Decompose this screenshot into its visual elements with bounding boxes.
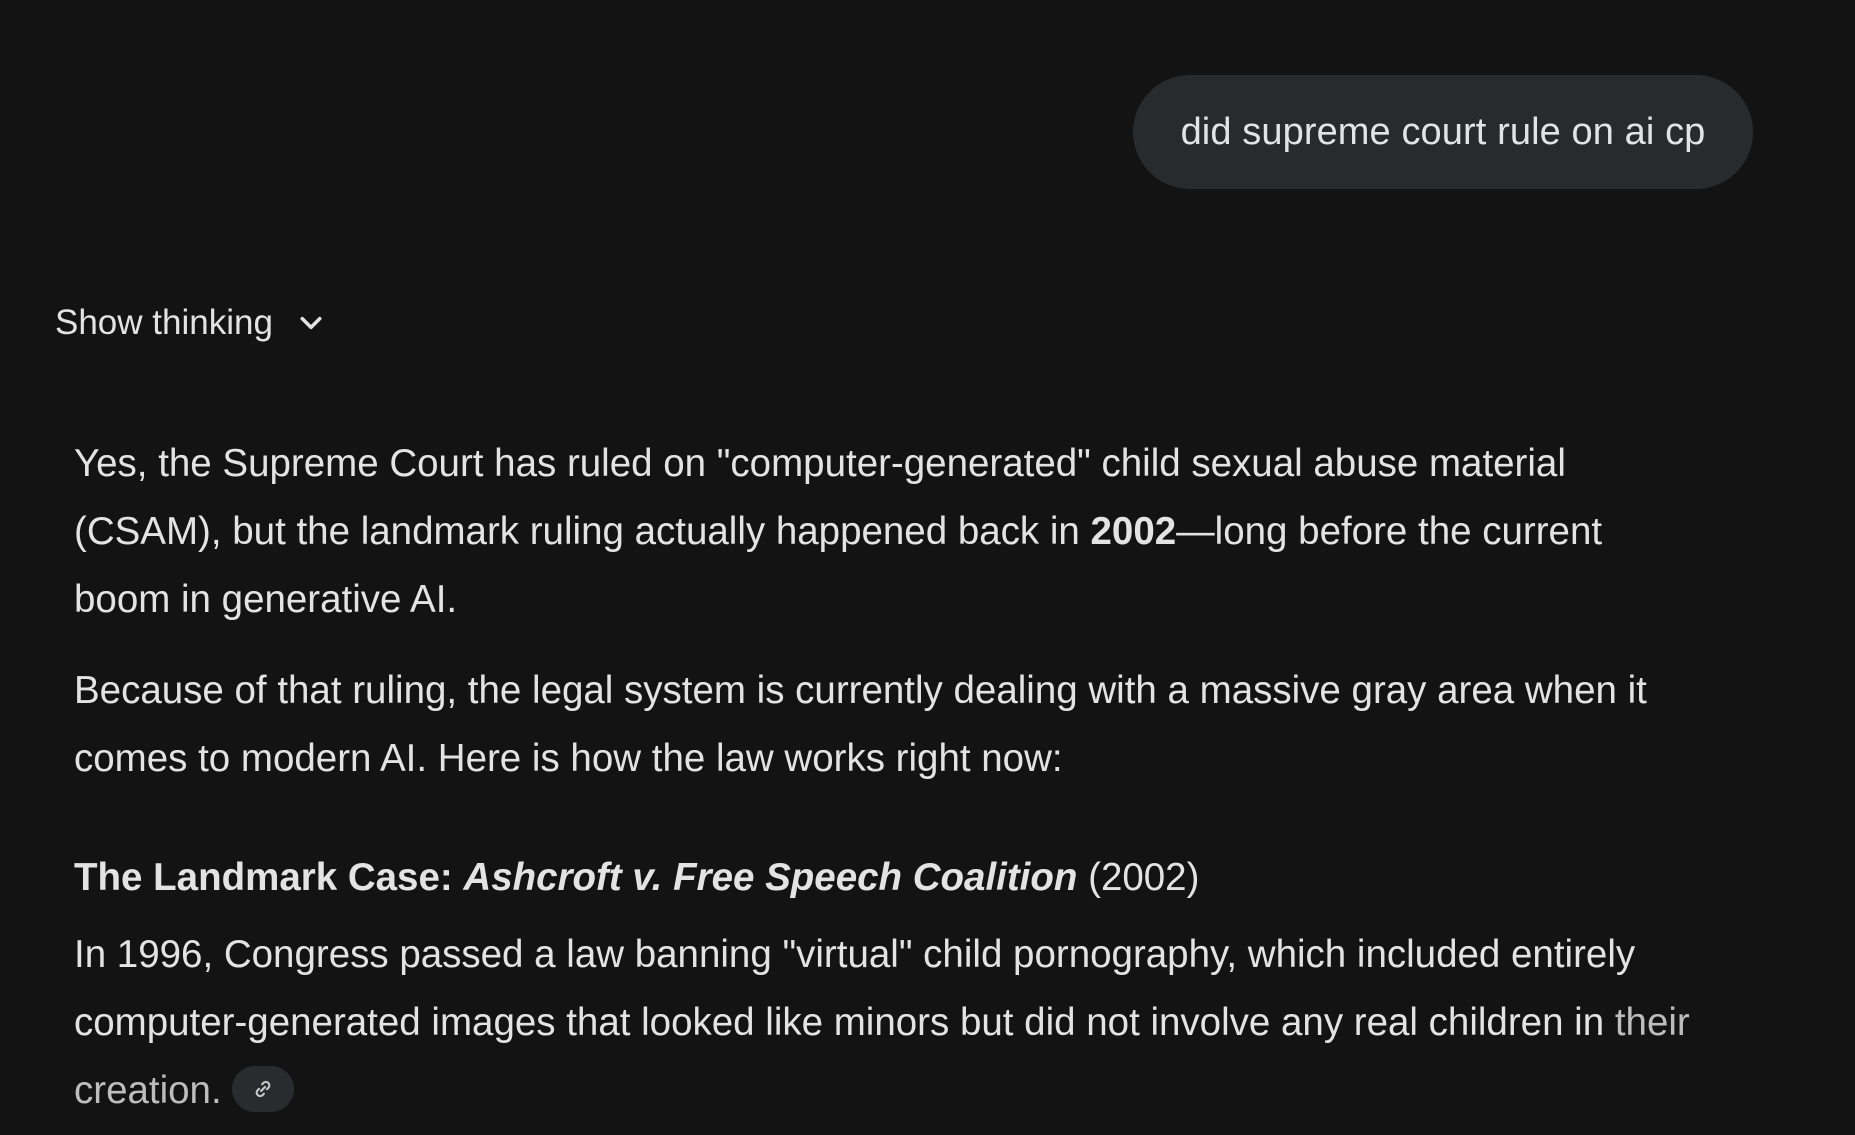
response-paragraph: In 1996, Congress passed a law banning "… [74,921,1714,1125]
chevron-down-icon [295,307,327,339]
source-link-chip[interactable] [231,1065,294,1112]
heading-prefix: The Landmark Case: [74,856,464,899]
heading-suffix: (2002) [1077,856,1200,899]
link-icon [250,1076,276,1102]
case-name: Ashcroft v. Free Speech Coalition [463,856,1078,899]
user-message-bubble: did supreme court rule on ai cp [1133,75,1753,189]
show-thinking-label: Show thinking [55,303,273,342]
section-heading: The Landmark Case: Ashcroft v. Free Spee… [74,853,1714,903]
response-paragraph: Yes, the Supreme Court has ruled on "com… [74,430,1674,634]
bold-year: 2002 [1090,510,1177,553]
show-thinking-toggle[interactable]: Show thinking [55,298,327,348]
paragraph-text: In 1996, Congress passed a law banning "… [74,933,1636,1044]
user-message-text: did supreme court rule on ai cp [1180,110,1706,153]
assistant-response: Yes, the Supreme Court has ruled on "com… [74,430,1714,1125]
response-paragraph: Because of that ruling, the legal system… [74,669,1647,780]
